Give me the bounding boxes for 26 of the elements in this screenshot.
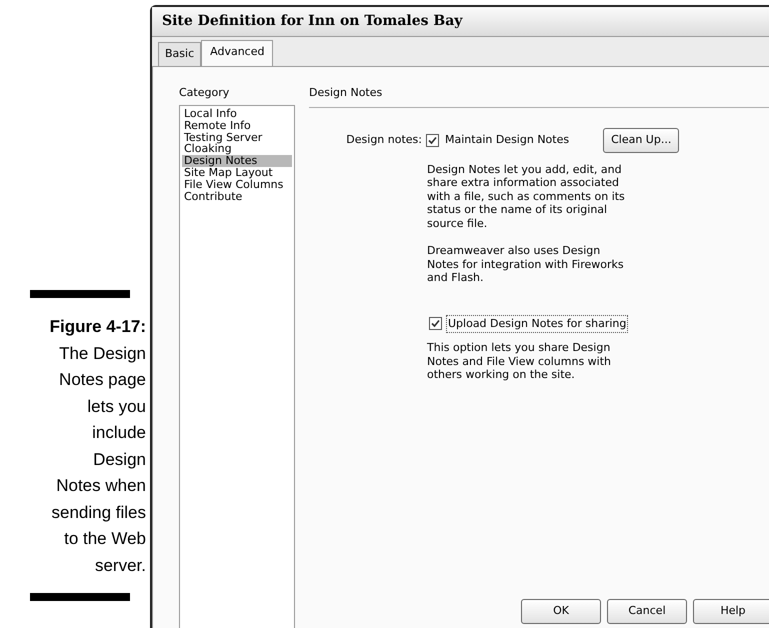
- category-item[interactable]: Design Notes: [182, 155, 292, 167]
- clean-up-button[interactable]: Clean Up...: [603, 128, 680, 152]
- section-heading: Design Notes: [309, 84, 769, 108]
- category-item[interactable]: Cloaking: [182, 143, 292, 156]
- dialog-button[interactable]: OK: [521, 599, 601, 624]
- description-text: Dreamweaver also uses Design Notes for integration with Fireworks and Flash.: [427, 244, 625, 284]
- category-item[interactable]: Site Map Layout: [182, 166, 292, 179]
- figure-caption: Figure 4-17: The Design Notes page lets you include Design Notes when sending files to the Web server.: [48, 316, 146, 576]
- checkbox[interactable]: [426, 134, 439, 147]
- category-label: Category: [179, 84, 230, 100]
- category-item[interactable]: Local Info: [182, 108, 292, 120]
- window-title: Site Definition for Inn on Tomales Bay: [162, 12, 462, 31]
- checkbox-label[interactable]: Maintain Design Notes: [443, 131, 572, 150]
- field-label: Design notes:: [345, 132, 423, 148]
- category-item[interactable]: Testing Server: [182, 132, 292, 144]
- category-item[interactable]: File View Columns: [182, 178, 292, 191]
- tab[interactable]: Basic: [158, 42, 202, 66]
- checkbox-label[interactable]: Upload Design Notes for sharing: [446, 314, 628, 333]
- checkbox[interactable]: [429, 317, 442, 330]
- category-item[interactable]: Remote Info: [182, 120, 292, 132]
- description-text: This option lets you share Design Notes and File View columns with others working on the site.: [427, 341, 612, 382]
- dialog-button[interactable]: Help: [693, 599, 769, 624]
- description-text: Design Notes let you add, edit, and share extra information associated with a file, such as comments on its status or the name of its original source file.: [427, 162, 626, 230]
- dialog-button[interactable]: Cancel: [607, 599, 687, 624]
- tab[interactable]: Advanced: [201, 40, 274, 66]
- category-item[interactable]: Contribute: [182, 190, 292, 202]
